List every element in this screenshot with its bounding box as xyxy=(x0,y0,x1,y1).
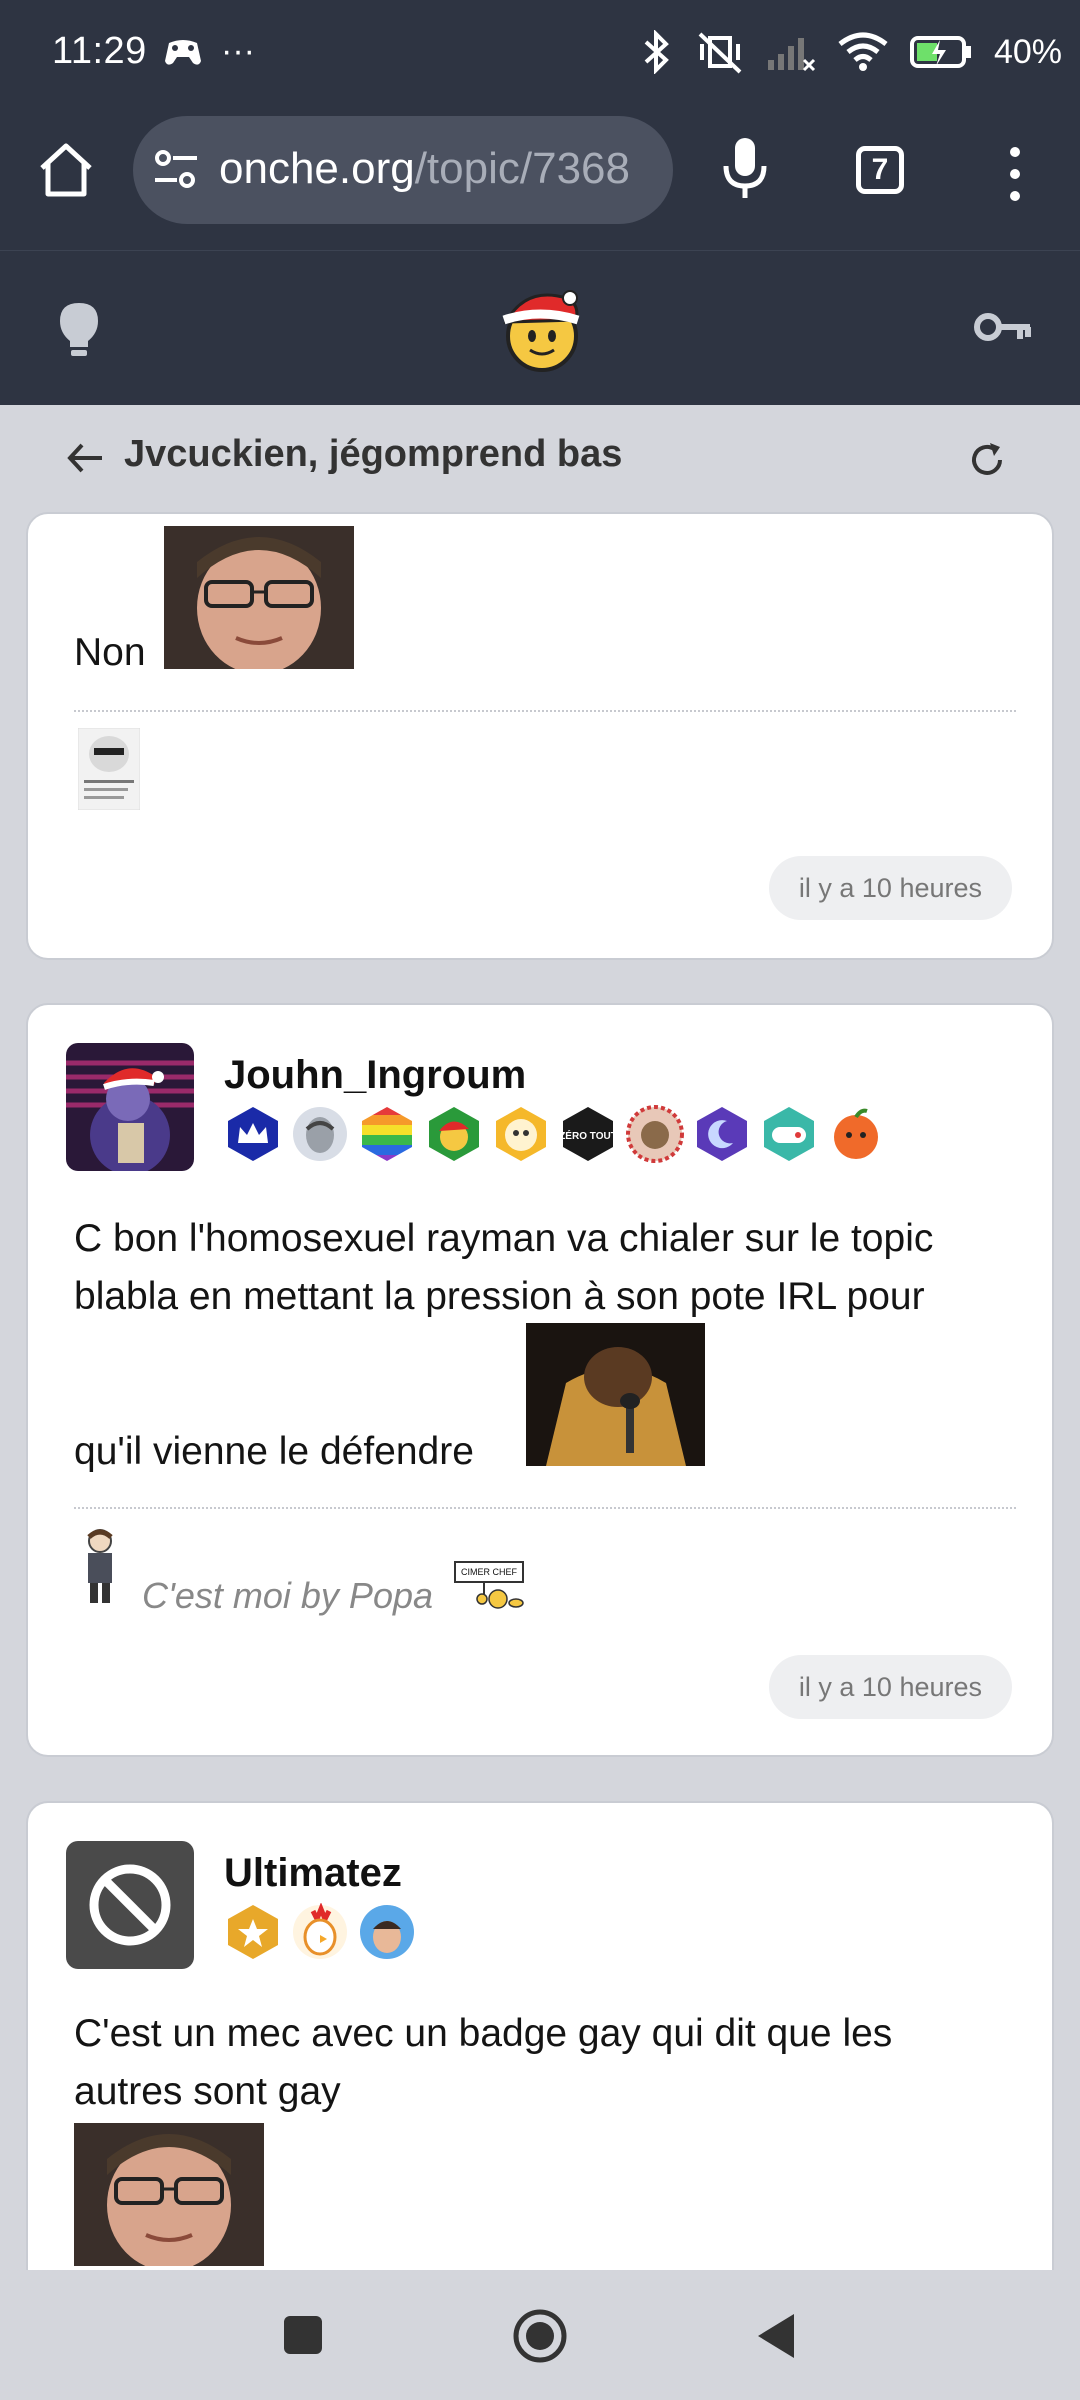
zero-tout-badge-text: ZÉRO TOUT xyxy=(559,1129,617,1142)
user-badges: ZÉRO TOUT xyxy=(224,1105,885,1163)
post-author[interactable]: Ultimatez xyxy=(224,1851,402,1896)
game-controller-icon xyxy=(165,39,201,65)
post-timestamp[interactable]: il y a 10 heures xyxy=(768,1655,1012,1719)
avatar[interactable] xyxy=(66,1043,194,1171)
post-text-line: qu'il vienne le défendre xyxy=(74,1430,474,1473)
sticker-image-face[interactable] xyxy=(164,526,354,669)
browser-toolbar: onche.org/topic/7368 7 xyxy=(0,110,1080,250)
post-text-line: blabla en mettant la pression à son pote… xyxy=(74,1275,925,1318)
signature-text: C'est moi by Popa xyxy=(142,1575,434,1616)
cartoon-face-badge-icon[interactable] xyxy=(492,1105,550,1163)
home-icon[interactable] xyxy=(36,140,96,200)
address-bar[interactable]: onche.org/topic/7368 xyxy=(133,116,673,224)
santa-smiley-badge-icon[interactable] xyxy=(425,1105,483,1163)
microphone-icon[interactable] xyxy=(720,134,770,204)
face-badge-icon[interactable] xyxy=(291,1105,349,1163)
signal-no-service-icon xyxy=(767,38,815,72)
post-author[interactable]: Jouhn_Ingroum xyxy=(224,1053,526,1098)
signature-image-character xyxy=(87,1529,113,1603)
status-system-icons: 40% xyxy=(640,30,1062,74)
post-text-line: C'est un mec avec un badge gay qui dit q… xyxy=(74,2012,893,2055)
site-header xyxy=(0,250,1080,406)
signature-image-dog xyxy=(78,728,140,810)
site-settings-icon[interactable] xyxy=(153,146,199,192)
apple-badge-icon[interactable] xyxy=(827,1105,885,1163)
zero-tout-badge-icon[interactable]: ZÉRO TOUT xyxy=(559,1105,617,1163)
post-text: Non xyxy=(74,631,146,674)
smiley-holding-sign-icon xyxy=(476,1581,524,1609)
post-text-line: C bon l'homosexuel rayman va chialer sur… xyxy=(74,1217,934,1260)
animal-badge-icon[interactable] xyxy=(626,1105,684,1163)
status-bar: 11:29 ··· 40% xyxy=(0,0,1080,110)
post-card: Jouhn_Ingroum ZÉRO TOUT C bon l'homosexu… xyxy=(26,1003,1054,1757)
topic-bar: Jvcuckien, jégomprend bas xyxy=(0,405,1080,510)
overflow-menu-icon[interactable] xyxy=(1000,144,1030,204)
avatar-banned-icon[interactable] xyxy=(66,1841,194,1969)
sticker-image-face[interactable] xyxy=(74,2123,264,2266)
bluetooth-icon xyxy=(644,30,669,74)
signature-sticker-cimer-chef: CIMER CHEF xyxy=(452,1561,538,1611)
tab-switcher-button[interactable]: 7 xyxy=(856,146,904,194)
post-card: Ultimatez C'est un mec avec un badge gay… xyxy=(26,1801,1054,2321)
wifi-icon xyxy=(838,32,888,71)
system-navigation-bar xyxy=(0,2270,1080,2400)
url-path: /topic/7368 xyxy=(414,144,630,193)
user-badges xyxy=(224,1903,416,1961)
face-badge-icon[interactable] xyxy=(358,1903,416,1961)
refresh-icon[interactable] xyxy=(968,441,1006,479)
more-notifications-icon: ··· xyxy=(221,32,255,70)
chicken-badge-icon[interactable] xyxy=(291,1903,349,1961)
recents-button[interactable] xyxy=(284,2316,322,2354)
lightbulb-icon[interactable] xyxy=(56,301,102,359)
back-triangle-icon[interactable] xyxy=(756,2312,796,2360)
status-notifications: ··· xyxy=(163,32,255,71)
moon-badge-icon[interactable] xyxy=(693,1105,751,1163)
battery-charging-icon xyxy=(909,36,971,68)
gold-star-badge-icon[interactable] xyxy=(224,1903,282,1961)
onche-logo-santa-smiley[interactable] xyxy=(496,286,586,376)
post-timestamp[interactable]: il y a 10 heures xyxy=(768,856,1012,920)
gamepad-badge-icon[interactable] xyxy=(760,1105,818,1163)
status-time: 11:29 xyxy=(52,30,147,72)
rainbow-badge-icon[interactable] xyxy=(358,1105,416,1163)
home-circle-icon[interactable] xyxy=(512,2308,568,2364)
post-card: Non il y a 10 heures xyxy=(26,512,1054,960)
mute-vibrate-icon xyxy=(698,32,742,74)
crown-badge-icon[interactable] xyxy=(224,1105,282,1163)
topic-title: Jvcuckien, jégomprend bas xyxy=(124,433,623,475)
post-text-line: autres sont gay xyxy=(74,2070,341,2113)
battery-percentage: 40% xyxy=(993,32,1062,71)
url-domain: onche.org xyxy=(219,144,415,193)
signature-divider xyxy=(74,710,1016,712)
back-arrow-icon[interactable] xyxy=(66,441,106,475)
url-text[interactable]: onche.org/topic/7368 xyxy=(219,144,630,194)
sticker-image-man-microphone[interactable] xyxy=(526,1323,705,1466)
signature-divider xyxy=(74,1507,1016,1509)
login-key-icon[interactable] xyxy=(974,309,1032,345)
